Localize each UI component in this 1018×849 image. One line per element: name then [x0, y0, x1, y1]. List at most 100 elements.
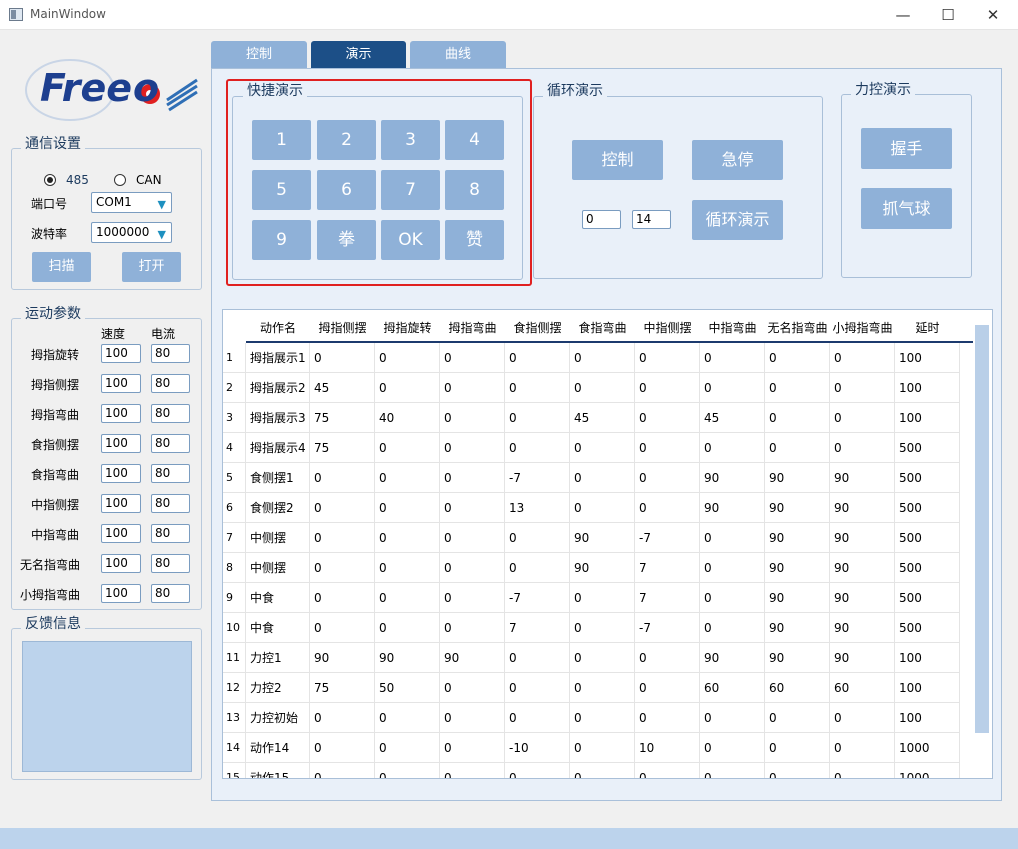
current-input[interactable]: 80 [151, 494, 190, 513]
table-cell[interactable]: 100 [895, 403, 960, 433]
table-cell[interactable]: 0 [505, 703, 570, 733]
table-cell[interactable]: 0 [505, 643, 570, 673]
table-cell[interactable]: 拇指展示1 [246, 343, 310, 373]
table-cell[interactable]: 0 [765, 343, 830, 373]
table-cell[interactable]: 0 [375, 433, 440, 463]
action-table[interactable]: 动作名 拇指侧摆 拇指旋转 拇指弯曲 食指侧摆 食指弯曲 中指侧摆 中指弯曲 无名指弯曲 小拇指弯… [222, 309, 993, 779]
table-cell[interactable]: 0 [700, 433, 765, 463]
table-cell[interactable]: 0 [375, 553, 440, 583]
table-cell[interactable]: 90 [440, 643, 505, 673]
column-header[interactable]: 中指弯曲 [700, 314, 765, 342]
table-cell[interactable]: 90 [765, 523, 830, 553]
column-header[interactable]: 延时 [895, 314, 960, 342]
table-cell[interactable]: 0 [570, 463, 635, 493]
table-cell[interactable]: 动作14 [246, 733, 310, 763]
open-button[interactable]: 打开 [122, 252, 181, 282]
table-cell[interactable]: 45 [570, 403, 635, 433]
table-cell[interactable]: 0 [570, 583, 635, 613]
radio-can[interactable] [114, 174, 126, 186]
table-cell[interactable]: 45 [310, 373, 375, 403]
table-cell[interactable]: 0 [310, 763, 375, 778]
emergency-stop-button[interactable]: 急停 [692, 140, 783, 180]
row-number[interactable]: 10 [223, 613, 246, 643]
table-cell[interactable]: 0 [440, 763, 505, 778]
table-cell[interactable]: 0 [830, 343, 895, 373]
table-cell[interactable]: 0 [440, 343, 505, 373]
table-cell[interactable]: 0 [700, 553, 765, 583]
table-cell[interactable]: 90 [830, 463, 895, 493]
table-cell[interactable]: 90 [765, 553, 830, 583]
table-cell[interactable]: 拇指展示4 [246, 433, 310, 463]
table-cell[interactable]: 0 [635, 373, 700, 403]
table-cell[interactable]: 13 [505, 493, 570, 523]
speed-input[interactable]: 100 [101, 344, 141, 363]
row-number[interactable]: 2 [223, 373, 246, 403]
table-cell[interactable]: 90 [375, 643, 440, 673]
table-cell[interactable]: 90 [830, 583, 895, 613]
table-cell[interactable]: 45 [700, 403, 765, 433]
column-header[interactable]: 中指侧摆 [635, 314, 700, 342]
table-cell[interactable]: 75 [310, 433, 375, 463]
radio-485[interactable] [44, 174, 56, 186]
table-cell[interactable]: 90 [570, 523, 635, 553]
current-input[interactable]: 80 [151, 554, 190, 573]
table-cell[interactable]: 0 [570, 673, 635, 703]
table-cell[interactable]: 0 [505, 343, 570, 373]
table-cell[interactable]: 0 [765, 403, 830, 433]
table-cell[interactable]: 0 [440, 703, 505, 733]
table-cell[interactable]: 0 [830, 703, 895, 733]
table-cell[interactable]: 0 [700, 343, 765, 373]
table-cell[interactable]: 0 [375, 703, 440, 733]
table-cell[interactable]: 75 [310, 673, 375, 703]
row-number[interactable]: 12 [223, 673, 246, 703]
table-cell[interactable]: 拇指展示2 [246, 373, 310, 403]
table-cell[interactable]: 力控初始 [246, 703, 310, 733]
table-cell[interactable]: 0 [440, 583, 505, 613]
table-cell[interactable]: 0 [440, 373, 505, 403]
table-cell[interactable]: -7 [635, 613, 700, 643]
table-cell[interactable]: 100 [895, 673, 960, 703]
table-cell[interactable]: 0 [570, 763, 635, 778]
row-number[interactable]: 11 [223, 643, 246, 673]
table-cell[interactable]: 0 [310, 703, 375, 733]
row-number[interactable]: 8 [223, 553, 246, 583]
table-cell[interactable]: 0 [635, 343, 700, 373]
current-input[interactable]: 80 [151, 374, 190, 393]
table-cell[interactable]: 0 [310, 613, 375, 643]
scan-button[interactable]: 扫描 [32, 252, 91, 282]
table-cell[interactable]: 0 [375, 583, 440, 613]
speed-input[interactable]: 100 [101, 434, 141, 453]
current-input[interactable]: 80 [151, 524, 190, 543]
table-cell[interactable]: 0 [505, 553, 570, 583]
current-input[interactable]: 80 [151, 584, 190, 603]
table-cell[interactable]: 0 [440, 463, 505, 493]
table-cell[interactable]: 0 [700, 373, 765, 403]
table-cell[interactable]: 100 [895, 343, 960, 373]
loop-demo-button[interactable]: 循环演示 [692, 200, 783, 240]
table-cell[interactable]: 0 [635, 673, 700, 703]
table-cell[interactable]: 0 [700, 733, 765, 763]
table-cell[interactable]: 0 [505, 763, 570, 778]
table-cell[interactable]: 0 [310, 493, 375, 523]
column-header[interactable]: 食指弯曲 [570, 314, 635, 342]
table-cell[interactable]: 0 [830, 403, 895, 433]
table-cell[interactable]: 0 [310, 583, 375, 613]
table-cell[interactable]: 90 [700, 493, 765, 523]
table-cell[interactable]: 中食 [246, 613, 310, 643]
table-cell[interactable]: 0 [310, 553, 375, 583]
table-cell[interactable]: 0 [635, 643, 700, 673]
loop-control-button[interactable]: 控制 [572, 140, 663, 180]
column-header[interactable]: 拇指弯曲 [440, 314, 505, 342]
grab-balloon-button[interactable]: 抓气球 [861, 188, 952, 229]
row-number[interactable]: 4 [223, 433, 246, 463]
table-cell[interactable]: 力控2 [246, 673, 310, 703]
table-cell[interactable]: 90 [830, 643, 895, 673]
table-cell[interactable]: 90 [830, 493, 895, 523]
table-cell[interactable]: 0 [375, 343, 440, 373]
table-cell[interactable]: 0 [440, 433, 505, 463]
table-cell[interactable]: 0 [765, 433, 830, 463]
table-cell[interactable]: 90 [765, 493, 830, 523]
current-input[interactable]: 80 [151, 344, 190, 363]
minimize-button[interactable]: — [880, 0, 926, 30]
table-cell[interactable]: 0 [700, 523, 765, 553]
